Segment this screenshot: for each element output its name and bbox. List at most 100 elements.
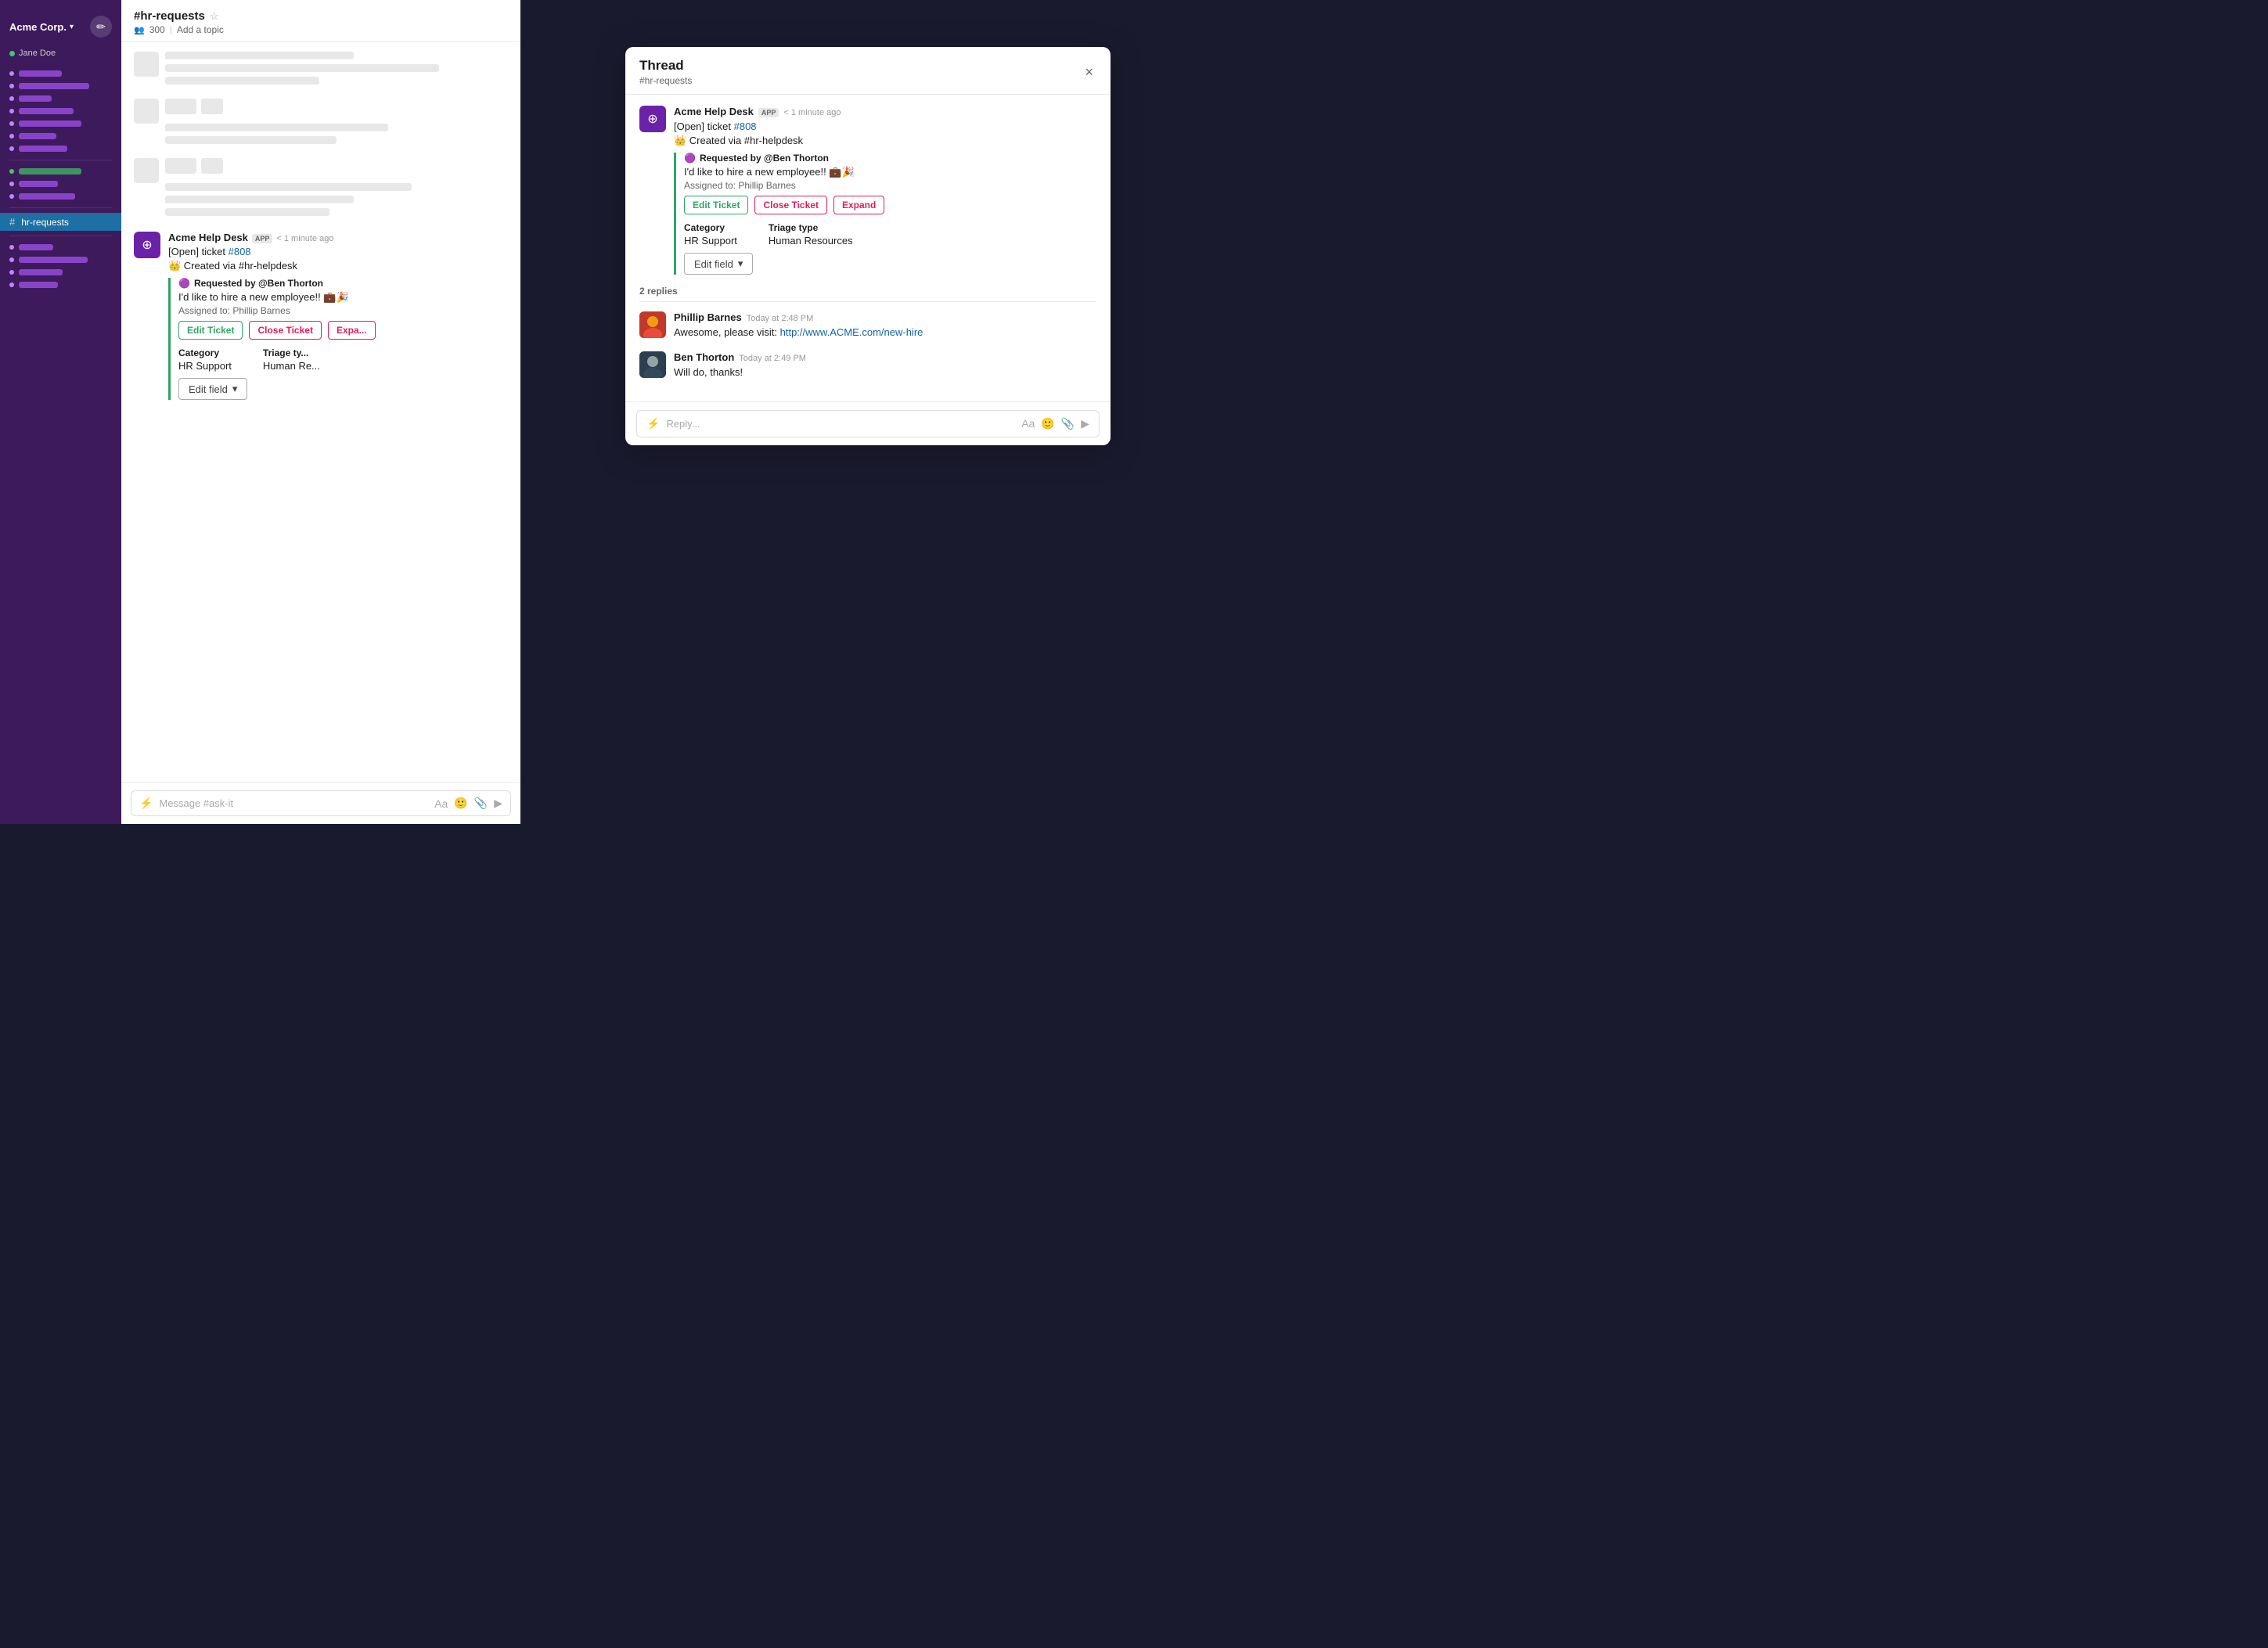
status-dot bbox=[9, 121, 14, 126]
sidebar-item-bar bbox=[19, 83, 89, 89]
emoji-icon[interactable]: 🙂 bbox=[454, 797, 467, 810]
skeleton-line bbox=[201, 158, 223, 174]
app-avatar: ⊕ bbox=[134, 232, 160, 258]
status-dot bbox=[9, 194, 14, 199]
sidebar-item[interactable] bbox=[0, 67, 121, 80]
send-icon[interactable]: ▶ bbox=[1081, 417, 1089, 430]
thread-title-group: Thread #hr-requests bbox=[639, 58, 692, 86]
skeleton-line bbox=[201, 99, 223, 114]
add-topic[interactable]: Add a topic bbox=[177, 24, 224, 35]
sidebar-item[interactable] bbox=[0, 130, 121, 142]
hash-icon: # bbox=[9, 216, 15, 228]
status-dot bbox=[9, 84, 14, 88]
reply-link[interactable]: http://www.ACME.com/new-hire bbox=[780, 326, 923, 338]
reply-text: Will do, thanks! bbox=[674, 365, 1096, 380]
attach-icon[interactable]: 📎 bbox=[1061, 417, 1075, 430]
ticket-link[interactable]: #808 bbox=[229, 246, 251, 257]
close-thread-button[interactable]: × bbox=[1082, 61, 1096, 84]
status-dot bbox=[9, 257, 14, 262]
sidebar-item[interactable] bbox=[0, 266, 121, 279]
sidebar-item[interactable] bbox=[0, 254, 121, 266]
requester-name: Requested by @Ben Thorton bbox=[194, 278, 323, 289]
reply-header: Ben Thorton Today at 2:49 PM bbox=[674, 351, 1096, 363]
skeleton-line bbox=[165, 52, 354, 59]
sidebar-item[interactable] bbox=[0, 142, 121, 155]
thread-reply-content: Ben Thorton Today at 2:49 PM Will do, th… bbox=[674, 351, 1096, 380]
channel-title-row: #hr-requests ☆ bbox=[134, 9, 508, 23]
category-col: Category HR Support bbox=[684, 222, 737, 246]
sidebar-nav: # hr-requests bbox=[0, 64, 121, 294]
sidebar-item[interactable] bbox=[0, 190, 121, 203]
edit-ticket-button[interactable]: Edit Ticket bbox=[684, 196, 748, 214]
skeleton-row bbox=[134, 52, 508, 89]
sidebar-item-bar bbox=[19, 193, 75, 200]
sidebar-item[interactable] bbox=[0, 165, 121, 178]
thread-reply-2: Ben Thorton Today at 2:49 PM Will do, th… bbox=[639, 351, 1096, 380]
sidebar-item-label: hr-requests bbox=[21, 217, 69, 228]
skeleton-row bbox=[134, 158, 508, 221]
text-format-icon[interactable]: Aa bbox=[1021, 417, 1035, 430]
triage-col: Triage type Human Resources bbox=[769, 222, 853, 246]
triage-label: Triage ty... bbox=[263, 347, 320, 358]
requester-name: Requested by @Ben Thorton bbox=[700, 153, 829, 164]
created-via: 👑 Created via #hr-helpdesk bbox=[168, 259, 508, 273]
send-icon[interactable]: ▶ bbox=[494, 797, 502, 810]
sidebar-item[interactable] bbox=[0, 80, 121, 92]
close-ticket-button[interactable]: Close Ticket bbox=[249, 321, 321, 340]
sidebar-item-bar bbox=[19, 70, 62, 77]
sidebar-item-bar bbox=[19, 269, 63, 275]
reply-input-actions: Aa 🙂 📎 ▶ bbox=[1021, 417, 1089, 430]
expand-button[interactable]: Expand bbox=[833, 196, 884, 214]
skeleton-line bbox=[165, 196, 354, 203]
skeleton-avatar bbox=[134, 158, 159, 183]
skeleton-lines bbox=[165, 52, 508, 89]
replies-divider: 2 replies bbox=[639, 286, 1096, 302]
ticket-actions: Edit Ticket Close Ticket Expand bbox=[684, 196, 1096, 214]
sidebar-item-bar bbox=[19, 244, 53, 250]
chevron-down-icon: ▾ bbox=[738, 257, 743, 270]
sidebar-item[interactable] bbox=[0, 105, 121, 117]
sidebar-item[interactable] bbox=[0, 92, 121, 105]
status-dot bbox=[9, 282, 14, 287]
sidebar-item[interactable] bbox=[0, 279, 121, 291]
thread-reply-content: Phillip Barnes Today at 2:48 PM Awesome,… bbox=[674, 311, 1096, 340]
thread-input-box: ⚡ Reply... Aa 🙂 📎 ▶ bbox=[636, 410, 1100, 437]
channel-subtitle: 👥 300 | Add a topic bbox=[134, 24, 508, 35]
sidebar-item[interactable] bbox=[0, 178, 121, 190]
skeleton-lines bbox=[165, 99, 508, 149]
reply-input[interactable]: Reply... bbox=[666, 418, 1015, 430]
edit-field-button[interactable]: Edit field ▾ bbox=[178, 378, 247, 400]
skeleton-line bbox=[165, 99, 196, 114]
message-input-area: ⚡ Message #ask-it Aa 🙂 📎 ▶ bbox=[121, 782, 520, 824]
ticket-card: 🟣 Requested by @Ben Thorton I'd like to … bbox=[168, 278, 508, 400]
sidebar-item[interactable] bbox=[0, 117, 121, 130]
reply-sender-name: Ben Thorton bbox=[674, 351, 734, 363]
channel-name: #hr-requests bbox=[134, 9, 205, 23]
skeleton-line bbox=[165, 77, 319, 85]
skeleton-line bbox=[165, 183, 412, 191]
star-icon[interactable]: ☆ bbox=[210, 10, 219, 23]
attach-icon[interactable]: 📎 bbox=[474, 797, 488, 810]
message-time: < 1 minute ago bbox=[276, 234, 333, 243]
emoji-icon[interactable]: 🙂 bbox=[1041, 417, 1054, 430]
edit-ticket-button[interactable]: Edit Ticket bbox=[178, 321, 243, 340]
ticket-link[interactable]: #808 bbox=[734, 121, 757, 132]
status-dot bbox=[9, 182, 14, 186]
expand-button[interactable]: Expa... bbox=[328, 321, 376, 340]
message-input[interactable]: Message #ask-it bbox=[159, 797, 428, 809]
edit-field-button[interactable]: Edit field ▾ bbox=[684, 253, 753, 275]
status-dot bbox=[9, 71, 14, 76]
close-ticket-button[interactable]: Close Ticket bbox=[754, 196, 826, 214]
edit-field-label: Edit field bbox=[189, 383, 228, 395]
thread-header: Thread #hr-requests × bbox=[625, 47, 1111, 95]
category-col: Category HR Support bbox=[178, 347, 232, 372]
skeleton-lines bbox=[165, 158, 508, 221]
edit-field-label: Edit field bbox=[694, 258, 733, 270]
app-badge: APP bbox=[252, 234, 273, 243]
sidebar-item-hr-requests[interactable]: # hr-requests bbox=[0, 213, 121, 231]
status-dot bbox=[9, 146, 14, 151]
text-format-icon[interactable]: Aa bbox=[434, 797, 448, 810]
workspace-selector[interactable]: Acme Corp. ▾ bbox=[9, 21, 74, 33]
sidebar-item[interactable] bbox=[0, 241, 121, 254]
compose-button[interactable]: ✏ bbox=[90, 16, 112, 38]
